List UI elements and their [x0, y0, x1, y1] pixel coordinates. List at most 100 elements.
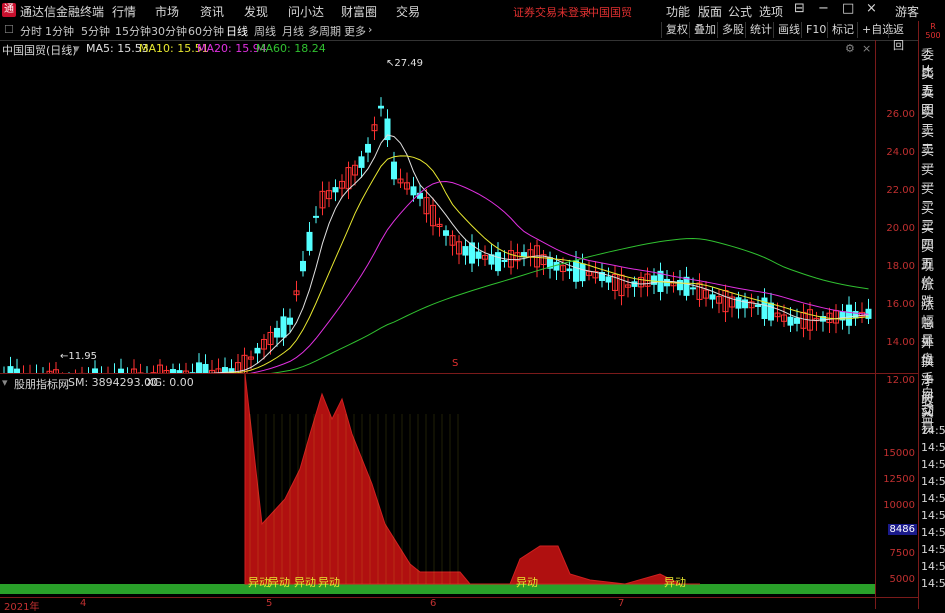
yidong-tag: 异动 — [294, 574, 316, 590]
menu-wenxiaoda[interactable]: 问小达 — [288, 3, 324, 20]
candlestick-svg — [0, 40, 875, 373]
date-label: 6 — [430, 598, 436, 609]
tick-time: 14:56 — [921, 560, 945, 573]
btn-duogu[interactable]: 多股 — [717, 22, 748, 38]
menu-xuanxiang[interactable]: 选项 — [759, 3, 783, 20]
menu-caifuquan[interactable]: 财富圈 — [341, 3, 377, 20]
candle-body — [392, 162, 397, 179]
period-15min[interactable]: 15分钟 — [115, 23, 151, 39]
candle-body — [496, 253, 501, 271]
btn-f10[interactable]: F10 — [801, 22, 830, 38]
menu-shichang[interactable]: 市场 — [155, 3, 179, 20]
indicator-area — [245, 374, 700, 584]
tick-time: 14:56 — [921, 458, 945, 471]
ma-line — [4, 135, 869, 373]
menu-gongshi[interactable]: 公式 — [728, 3, 752, 20]
sub-y-tick: 5000 — [890, 574, 915, 585]
candle-body — [411, 187, 416, 195]
menu-banmian[interactable]: 版面 — [698, 3, 722, 20]
candle-body — [301, 261, 306, 270]
minimize-icon[interactable]: − — [818, 1, 829, 16]
period-monthly[interactable]: 月线 — [282, 23, 304, 39]
menu-faxian[interactable]: 发现 — [244, 3, 268, 20]
btn-biaoji[interactable]: 标记 — [827, 22, 858, 38]
yidong-tag: 异动 — [516, 574, 538, 590]
period-5min[interactable]: 5分钟 — [81, 23, 110, 39]
menu-hangqing[interactable]: 行情 — [112, 3, 136, 20]
restore-icon[interactable]: ⊟ — [794, 1, 805, 16]
tick-time: 14:56 — [921, 543, 945, 556]
sub-y-tick: 10000 — [883, 500, 915, 511]
btn-tongji[interactable]: 统计 — [745, 22, 776, 38]
high-price-value: 27.49 — [394, 58, 423, 69]
low-price-value: 11.95 — [68, 351, 97, 362]
tick-time: 14:56 — [921, 509, 945, 522]
s-marker: S — [452, 358, 458, 369]
yidong-tag: 异动 — [268, 574, 290, 590]
yidong-tag: 异动 — [248, 574, 270, 590]
candle-body — [444, 231, 449, 236]
y-tick: 16.00 — [886, 299, 915, 310]
guest-label[interactable]: 游客 — [895, 3, 919, 20]
quote-side-panel: R 500 委比卖五卖四卖三卖二卖一买一买二买三买四买五现价涨跌涨幅总量外盘换手… — [918, 21, 945, 609]
y-tick: 20.00 — [886, 223, 915, 234]
toolbar-collapse-icon[interactable]: ☐ — [4, 23, 14, 36]
ma-line — [4, 156, 869, 373]
date-label: 4 — [80, 598, 86, 609]
candle-body — [769, 303, 774, 320]
y-tick: 24.00 — [886, 147, 915, 158]
indicator-chart[interactable]: ▾ 股朋指标网 SM: 3894293.00 XG: 0.00 异动 异动 异动… — [0, 374, 875, 597]
main-candlestick-chart[interactable]: 中国国贸(日线) ▾ MA5: 15.53 MA10: 15.51 MA20: … — [0, 40, 875, 373]
candle-body — [275, 328, 280, 337]
candle-body — [567, 269, 572, 271]
trade-login-warning[interactable]: 证券交易未登录 — [513, 4, 590, 20]
candle-body — [255, 348, 260, 353]
indicator-svg — [0, 374, 875, 597]
date-label: 7 — [618, 598, 624, 609]
candle-body — [736, 298, 741, 308]
candle-body — [288, 318, 293, 324]
sub-y-tick: 7500 — [890, 548, 915, 559]
app-name: 通达信金融终端 — [20, 3, 104, 20]
btn-fuquan[interactable]: 复权 — [661, 22, 692, 38]
period-daily[interactable]: 日线 — [226, 23, 248, 39]
menu-jiaoyi[interactable]: 交易 — [396, 3, 420, 20]
candle-body — [847, 305, 852, 325]
period-1min[interactable]: 1分钟 — [45, 23, 74, 39]
yidong-tag: 异动 — [318, 574, 340, 590]
maximize-icon[interactable]: □ — [842, 1, 854, 16]
period-30min[interactable]: 30分钟 — [151, 23, 187, 39]
yidong-tag: 异动 — [664, 574, 686, 590]
candle-body — [463, 247, 468, 255]
sub-y-tick: 12500 — [883, 474, 915, 485]
period-multi[interactable]: 多周期 — [308, 23, 341, 39]
period-60min[interactable]: 60分钟 — [188, 23, 224, 39]
btn-fanhui[interactable]: 返回 — [888, 22, 918, 38]
btn-diejia[interactable]: 叠加 — [689, 22, 720, 38]
ma-line — [4, 182, 869, 373]
menu-gongneng[interactable]: 功能 — [666, 3, 690, 20]
candle-body — [574, 261, 579, 282]
period-fenshi[interactable]: 分时 — [20, 23, 42, 39]
high-price-label: ↖27.49 — [386, 58, 423, 69]
close-icon[interactable]: × — [866, 1, 877, 16]
chevron-right-icon[interactable]: › — [368, 23, 372, 36]
tick-time: 14:56 — [921, 577, 945, 590]
tick-time: 14:56 — [921, 475, 945, 488]
date-label: 5 — [266, 598, 272, 609]
candle-body — [333, 188, 338, 192]
btn-huaxian[interactable]: 画线 — [773, 22, 804, 38]
r500-badge[interactable]: R 500 — [921, 22, 945, 40]
period-weekly[interactable]: 周线 — [254, 23, 276, 39]
price-axis: 26.00 24.00 22.00 20.00 18.00 16.00 14.0… — [875, 40, 919, 609]
sub-y-tick: 15000 — [883, 448, 915, 459]
menu-zixun[interactable]: 资讯 — [200, 3, 224, 20]
period-toolbar: ☐ 分时 1分钟 5分钟 15分钟 30分钟 60分钟 日线 周线 月线 多周期… — [0, 21, 918, 41]
y-tick: 26.00 — [886, 109, 915, 120]
date-label: 2021年 — [4, 598, 39, 613]
candle-body — [379, 106, 384, 108]
candle-body — [281, 317, 286, 337]
period-more[interactable]: 更多 — [344, 23, 366, 39]
low-price-label: ←11.95 — [60, 351, 97, 362]
candle-body — [307, 232, 312, 250]
